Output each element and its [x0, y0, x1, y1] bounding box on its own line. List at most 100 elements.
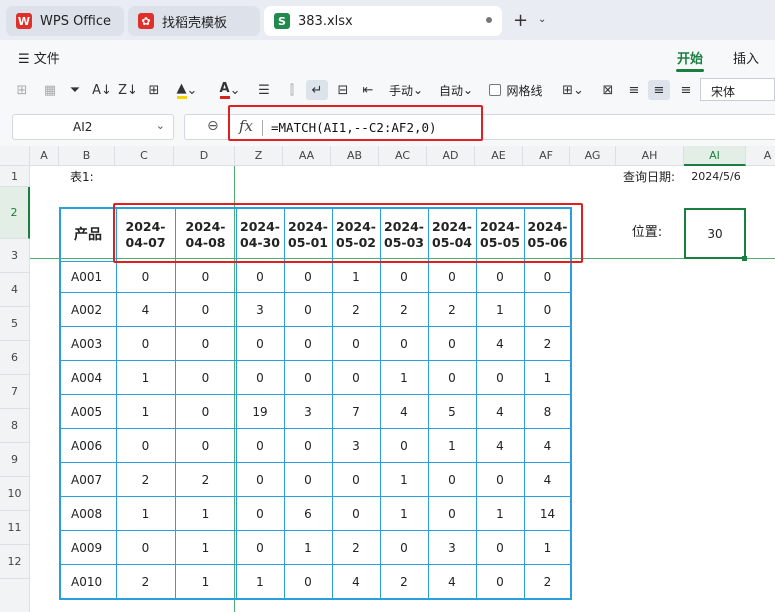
row-header-5[interactable]: 5 — [0, 307, 30, 341]
date-column-header[interactable]: 2024- 04-07 — [117, 209, 174, 261]
number-format-icon[interactable]: ⊞ — [12, 80, 32, 100]
product-column-header[interactable]: 产品 — [61, 209, 115, 261]
row-header-6[interactable]: 6 — [0, 341, 30, 375]
value-cell[interactable]: 5 — [429, 395, 475, 428]
value-cell[interactable]: 3 — [237, 293, 283, 326]
value-cell[interactable]: 14 — [525, 497, 570, 530]
value-cell[interactable]: 0 — [237, 463, 283, 496]
gridlines-checkbox[interactable] — [489, 84, 502, 96]
value-cell[interactable]: 0 — [176, 361, 235, 394]
value-cell[interactable]: 0 — [333, 327, 379, 360]
value-cell[interactable]: 0 — [477, 463, 523, 496]
value-cell[interactable]: 1 — [333, 262, 379, 292]
value-cell[interactable]: 0 — [176, 395, 235, 428]
product-cell[interactable]: A004 — [61, 361, 115, 394]
value-cell[interactable]: 1 — [176, 531, 235, 564]
column-header-c[interactable]: C — [115, 146, 174, 166]
value-cell[interactable]: 1 — [381, 497, 427, 530]
column-header-b[interactable]: B — [59, 146, 115, 166]
tab-document[interactable]: S 383.xlsx — [264, 6, 502, 36]
function-fx-icon[interactable]: fx — [239, 117, 253, 135]
value-cell[interactable]: 0 — [477, 565, 523, 598]
insert-cells-icon[interactable]: ⇤ — [358, 80, 378, 100]
value-cell[interactable]: 0 — [285, 429, 331, 462]
value-cell[interactable]: 2 — [525, 327, 570, 360]
value-cell[interactable]: 2 — [333, 531, 379, 564]
product-cell[interactable]: A009 — [61, 531, 115, 564]
fill-handle[interactable] — [742, 256, 747, 261]
clear-format-icon[interactable]: ⊠ — [598, 80, 618, 100]
value-cell[interactable]: 4 — [381, 395, 427, 428]
value-cell[interactable]: 1 — [285, 531, 331, 564]
format-painter-icon[interactable]: ▦ — [40, 80, 60, 100]
row-header-1[interactable]: 1 — [0, 166, 30, 187]
value-cell[interactable]: 0 — [176, 293, 235, 326]
value-cell[interactable]: 0 — [429, 361, 475, 394]
product-cell[interactable]: A002 — [61, 293, 115, 326]
value-cell[interactable]: 1 — [176, 565, 235, 598]
product-cell[interactable]: A010 — [61, 565, 115, 598]
product-cell[interactable]: A001 — [61, 262, 115, 292]
value-cell[interactable]: 0 — [237, 429, 283, 462]
value-cell[interactable]: 0 — [381, 327, 427, 360]
value-cell[interactable]: 0 — [381, 262, 427, 292]
font-name-select[interactable]: 宋体 — [700, 78, 775, 101]
table-label[interactable]: 表1: — [62, 166, 112, 187]
value-cell[interactable]: 0 — [117, 531, 174, 564]
value-cell[interactable]: 4 — [333, 565, 379, 598]
spreadsheet-grid[interactable]: A B C D Z AA AB AC AD AE AF AG AH AI A 1 2 3 4 5 6 7 8 9 10 11 12 表… — [0, 146, 775, 612]
value-cell[interactable]: 4 — [117, 293, 174, 326]
value-cell[interactable]: 19 — [237, 395, 283, 428]
value-cell[interactable]: 0 — [429, 262, 475, 292]
date-column-header[interactable]: 2024- 05-04 — [429, 209, 475, 261]
column-header-ae[interactable]: AE — [475, 146, 523, 166]
date-column-header[interactable]: 2024- 04-30 — [237, 209, 283, 261]
value-cell[interactable]: 1 — [429, 429, 475, 462]
align-right-icon[interactable]: ≡ — [676, 80, 696, 100]
chevron-down-icon[interactable]: ⌄ — [538, 14, 546, 25]
value-cell[interactable]: 0 — [237, 327, 283, 360]
date-column-header[interactable]: 2024- 05-01 — [285, 209, 331, 261]
row-header-8[interactable]: 8 — [0, 409, 30, 443]
gridlines-toggle[interactable]: 网格线 — [487, 80, 545, 100]
value-cell[interactable]: 6 — [285, 497, 331, 530]
column-header-aa[interactable]: AA — [283, 146, 331, 166]
column-header-ac[interactable]: AC — [379, 146, 427, 166]
column-header-a[interactable]: A — [746, 146, 775, 166]
value-cell[interactable]: 0 — [333, 497, 379, 530]
product-cell[interactable]: A005 — [61, 395, 115, 428]
value-cell[interactable]: 0 — [237, 361, 283, 394]
name-box[interactable]: AI2 ⌄ — [12, 114, 174, 140]
wrap-text-icon[interactable]: ↵ — [306, 80, 328, 100]
value-cell[interactable]: 2 — [429, 293, 475, 326]
value-cell[interactable]: 0 — [285, 262, 331, 292]
ribbon-tab-insert[interactable]: 插入 — [733, 48, 759, 67]
fill-color-icon[interactable]: ▲ ⌄ — [172, 80, 202, 100]
value-cell[interactable]: 0 — [176, 327, 235, 360]
cell-style-icon[interactable]: ⊟ — [333, 80, 353, 100]
row-header-12[interactable]: 12 — [0, 545, 30, 579]
value-cell[interactable]: 7 — [333, 395, 379, 428]
value-cell[interactable]: 2 — [333, 293, 379, 326]
value-cell[interactable]: 1 — [525, 531, 570, 564]
column-header-a[interactable]: A — [30, 146, 59, 166]
value-cell[interactable]: 4 — [477, 395, 523, 428]
value-cell[interactable]: 1 — [117, 361, 174, 394]
value-cell[interactable]: 3 — [429, 531, 475, 564]
date-column-header[interactable]: 2024- 05-02 — [333, 209, 379, 261]
product-cell[interactable]: A003 — [61, 327, 115, 360]
filter-icon[interactable]: ⏷ — [66, 80, 84, 100]
column-header-af[interactable]: AF — [523, 146, 570, 166]
value-cell[interactable]: 2 — [117, 463, 174, 496]
column-header-ag[interactable]: AG — [570, 146, 616, 166]
value-cell[interactable]: 2 — [381, 293, 427, 326]
row-header-9[interactable]: 9 — [0, 443, 30, 477]
value-cell[interactable]: 1 — [381, 463, 427, 496]
tab-wps-office[interactable]: W WPS Office — [6, 6, 124, 36]
value-cell[interactable]: 0 — [285, 361, 331, 394]
value-cell[interactable]: 0 — [176, 429, 235, 462]
align-center-icon[interactable]: ≡ — [648, 80, 670, 100]
column-header-ad[interactable]: AD — [427, 146, 475, 166]
value-cell[interactable]: 0 — [525, 262, 570, 292]
product-cell[interactable]: A008 — [61, 497, 115, 530]
